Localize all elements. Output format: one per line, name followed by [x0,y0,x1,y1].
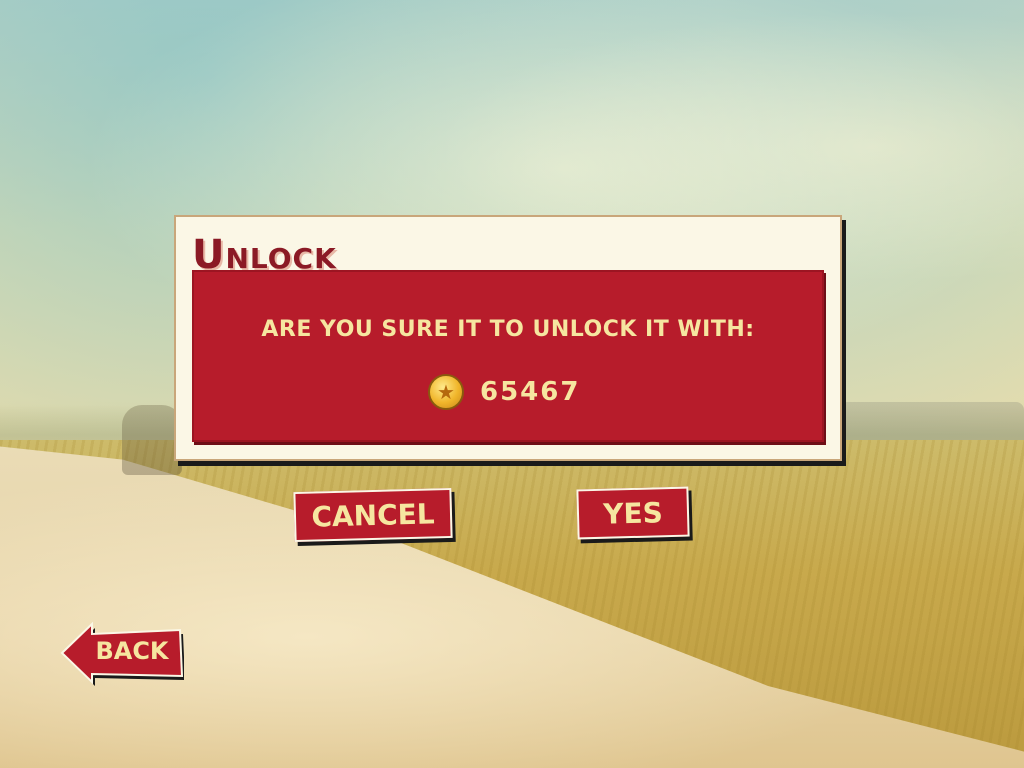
unlock-question: ARE YOU SURE IT TO UNLOCK IT WITH: [261,317,755,342]
cancel-button-label: CANCEL [310,496,435,534]
back-button[interactable]: BACK [58,620,184,686]
yes-button[interactable]: YES [576,486,690,540]
dialog-title: Unlock [192,232,337,278]
coin-icon: ★ [428,374,464,410]
distant-figures [122,405,182,475]
distant-trees [840,402,1024,442]
price-value: 65467 [480,377,581,407]
yes-button-label: YES [602,495,664,531]
cancel-button[interactable]: CANCEL [293,487,453,543]
unlock-price: ★ 65467 [428,372,580,412]
back-button-label: BACK [95,637,169,665]
dialog-body: ARE YOU SURE IT TO UNLOCK IT WITH: ★ 654… [192,270,824,442]
unlock-dialog: Unlock ARE YOU SURE IT TO UNLOCK IT WITH… [174,215,842,461]
